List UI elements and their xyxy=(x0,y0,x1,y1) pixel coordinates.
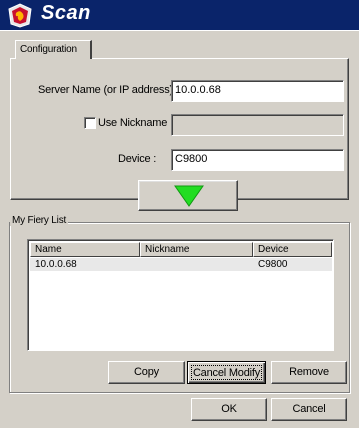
device-input[interactable]: C9800 xyxy=(171,149,344,171)
server-name-label: Server Name (or IP address) : xyxy=(38,84,179,96)
add-to-list-button[interactable] xyxy=(138,180,238,211)
window-title: Scan xyxy=(41,2,91,24)
cancel-modify-button[interactable]: Cancel Modify xyxy=(187,361,266,384)
device-label: Device : xyxy=(118,153,157,165)
fiery-logo-icon xyxy=(8,3,32,28)
cancel-button[interactable]: Cancel xyxy=(271,398,347,421)
column-header-device[interactable]: Device xyxy=(253,242,332,257)
list-header: Name Nickname Device xyxy=(30,242,332,257)
title-bar: Scan xyxy=(0,0,359,31)
row-nickname-cell xyxy=(140,258,253,271)
cancel-modify-label: Cancel Modify xyxy=(191,365,262,380)
fiery-list-view[interactable]: Name Nickname Device 10.0.0.68 C9800 xyxy=(27,239,334,351)
column-header-name[interactable]: Name xyxy=(30,242,140,257)
use-nickname-checkbox[interactable] xyxy=(84,117,96,129)
ok-button[interactable]: OK xyxy=(191,398,267,421)
copy-button[interactable]: Copy xyxy=(108,361,185,384)
column-header-nickname[interactable]: Nickname xyxy=(140,242,253,257)
list-row[interactable]: 10.0.0.68 C9800 xyxy=(30,258,332,271)
row-device-cell: C9800 xyxy=(258,259,288,270)
remove-button[interactable]: Remove xyxy=(271,361,347,384)
row-name-cell: 10.0.0.68 xyxy=(35,259,77,270)
nickname-input[interactable] xyxy=(171,114,344,136)
use-nickname-label: Use Nickname : xyxy=(98,117,173,129)
server-name-input[interactable]: 10.0.0.68 xyxy=(171,80,344,102)
my-fiery-list-title: My Fiery List xyxy=(10,215,69,226)
arrow-down-icon xyxy=(174,185,204,207)
tab-configuration[interactable]: Configuration xyxy=(15,40,92,59)
